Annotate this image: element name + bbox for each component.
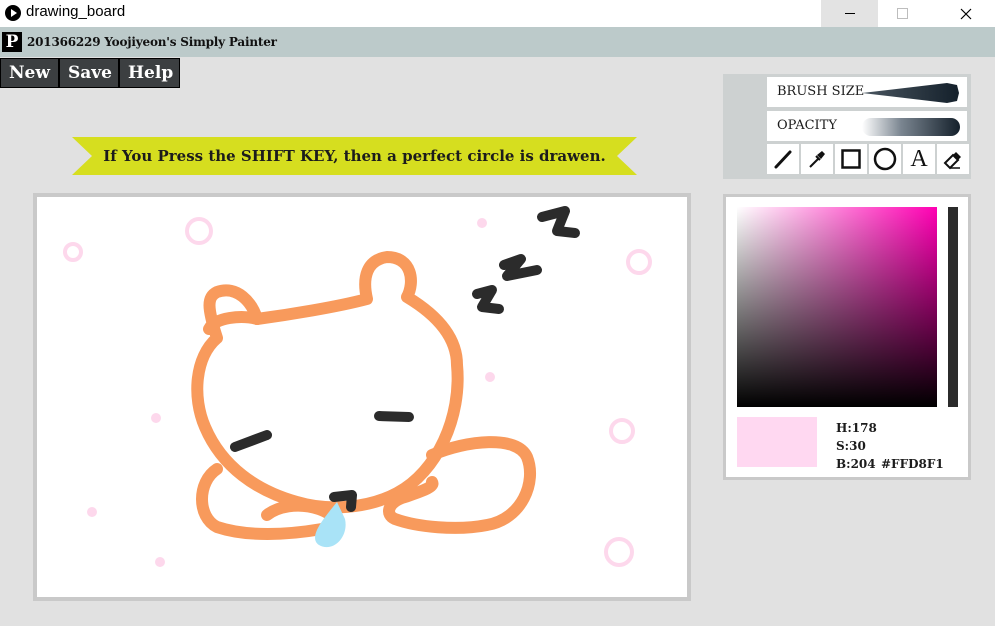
rectangle-icon: [841, 149, 861, 169]
pink-dot: [155, 557, 165, 567]
pink-circle: [626, 249, 652, 275]
brush-size-slider[interactable]: BRUSH SIZE: [767, 77, 967, 107]
pink-dot: [87, 507, 97, 517]
eraser-tool-button[interactable]: [937, 144, 969, 174]
minimize-icon: [844, 13, 855, 14]
opacity-track: [862, 118, 960, 136]
opacity-slider[interactable]: OPACITY: [767, 111, 967, 141]
current-color-swatch: [737, 417, 817, 467]
hue-slider[interactable]: [948, 207, 958, 407]
close-button[interactable]: [944, 0, 988, 27]
pink-circle: [185, 217, 213, 245]
app-logo: P: [2, 32, 22, 52]
text-icon: A: [910, 146, 928, 172]
hint-text: If You Press the SHIFT KEY, then a perfe…: [103, 147, 606, 165]
save-button[interactable]: Save: [59, 58, 119, 88]
app-title: 201366229 Yoojiyeon's Simply Painter: [27, 35, 277, 49]
pink-circle: [609, 418, 635, 444]
opacity-label: OPACITY: [777, 118, 837, 133]
sleep-z-medium: [499, 254, 542, 281]
window-titlebar: drawing_board: [0, 0, 995, 27]
tool-panel: BRUSH SIZE OPACITY A: [723, 74, 971, 179]
pen-tool-button[interactable]: [767, 144, 799, 174]
brush-size-track: [862, 83, 959, 103]
circle-icon: [873, 147, 897, 171]
canvas-frame: [33, 193, 691, 601]
color-panel: H:178 S:30 B:204 #FFD8F1: [723, 194, 971, 480]
window-title: drawing_board: [26, 3, 126, 20]
maximize-button[interactable]: [880, 0, 924, 27]
saturation-value: S:30: [836, 439, 866, 453]
pink-circle: [604, 537, 634, 567]
pink-dot: [485, 372, 495, 382]
drawing-canvas[interactable]: [37, 197, 687, 597]
sleep-z-large: [537, 206, 580, 238]
minimize-button[interactable]: [821, 0, 878, 27]
text-tool-button[interactable]: A: [903, 144, 935, 174]
hex-value: #FFD8F1: [881, 457, 944, 471]
brightness-value: B:204: [836, 457, 876, 471]
pink-dot: [477, 218, 487, 228]
tool-buttons: A: [767, 144, 971, 176]
help-button[interactable]: Help: [119, 58, 180, 88]
circle-tool-button[interactable]: [869, 144, 901, 174]
rectangle-tool-button[interactable]: [835, 144, 867, 174]
pink-circle: [63, 242, 83, 262]
brush-size-label: BRUSH SIZE: [777, 84, 865, 99]
bear-ear-inner: [203, 311, 263, 335]
saturation-brightness-picker[interactable]: [737, 207, 937, 407]
bear-head-outline: [191, 251, 464, 514]
eraser-icon: [943, 152, 961, 170]
color-panel-inner: H:178 S:30 B:204 #FFD8F1: [726, 197, 968, 477]
pink-dot: [151, 413, 161, 423]
new-button[interactable]: New: [0, 58, 59, 88]
menu-bar: New Save Help: [0, 58, 180, 88]
close-icon: [960, 8, 972, 19]
eyedropper-tool-button[interactable]: [801, 144, 833, 174]
hue-value: H:178: [836, 421, 877, 435]
maximize-icon: [896, 8, 908, 19]
sleep-z-small: [472, 285, 504, 314]
bear-right-eye: [374, 411, 414, 422]
hint-banner: If You Press the SHIFT KEY, then a perfe…: [72, 137, 637, 175]
eyedropper-icon: [809, 151, 825, 168]
pen-icon: [774, 150, 792, 169]
processing-app-icon: [5, 5, 21, 21]
bear-left-paw: [196, 463, 339, 540]
canvas-drawing: [63, 206, 652, 567]
bear-left-eye: [230, 430, 272, 452]
